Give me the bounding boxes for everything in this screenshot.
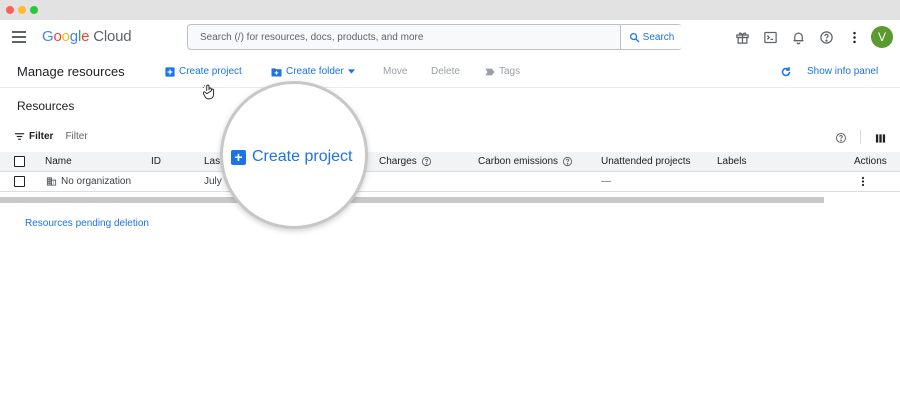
column-display-icon[interactable]	[872, 130, 888, 146]
magnified-create-project-label: Create project	[252, 148, 353, 165]
carbon-help-icon[interactable]	[562, 156, 573, 167]
table-row[interactable]: No organization July —	[0, 172, 900, 192]
logo-letter: e	[81, 28, 90, 45]
tags-button[interactable]: Tags	[485, 66, 520, 77]
toolbar-divider	[860, 130, 861, 144]
action-bar: Manage resources Create project Create f…	[0, 56, 900, 88]
logo-letter: o	[53, 28, 62, 45]
page-title: Manage resources	[17, 64, 125, 79]
search-icon	[629, 32, 639, 42]
magnified-create-project-button[interactable]: + Create project	[231, 148, 353, 166]
column-label: Name	[45, 156, 72, 167]
help-icon[interactable]	[818, 29, 834, 45]
column-header-name[interactable]: Name	[45, 156, 72, 167]
add-box-icon	[165, 66, 175, 77]
resources-table-header: Name ID Las Charges Carbon emissions Una…	[0, 152, 900, 172]
add-box-icon: +	[231, 149, 246, 165]
row-unattended-cell: —	[601, 176, 611, 187]
cloud-shell-icon[interactable]	[762, 29, 778, 45]
show-info-panel-label: Show info panel	[807, 66, 879, 77]
create-folder-button[interactable]: Create folder	[271, 66, 355, 77]
column-header-id[interactable]: ID	[151, 156, 161, 167]
search-button-label: Search	[642, 31, 675, 43]
more-vert-icon[interactable]	[846, 29, 862, 45]
create-folder-label: Create folder	[286, 66, 344, 77]
column-label: Actions	[854, 156, 887, 167]
column-header-charges[interactable]: Charges	[379, 156, 432, 167]
search-box: Search	[187, 24, 682, 50]
minimize-window-button[interactable]	[18, 6, 26, 14]
organization-building-icon	[46, 177, 57, 186]
hand-pointer-cursor	[202, 84, 218, 102]
tag-icon	[485, 68, 495, 75]
column-label: Charges	[379, 156, 417, 167]
column-label: Las	[204, 156, 221, 167]
account-avatar[interactable]: V	[871, 26, 893, 48]
filter-label: Filter	[29, 131, 54, 142]
search-input[interactable]	[188, 25, 619, 49]
notifications-bell-icon[interactable]	[790, 29, 806, 45]
column-label: ID	[151, 156, 161, 167]
move-label: Move	[383, 66, 408, 77]
column-label: Labels	[717, 156, 747, 167]
column-header-carbon[interactable]: Carbon emissions	[478, 156, 573, 167]
row-name-cell: No organization	[46, 176, 131, 187]
logo-letter: g	[69, 28, 78, 45]
select-all-checkbox[interactable]	[14, 156, 25, 167]
logo-letter: G	[42, 28, 54, 45]
column-header-unattended[interactable]: Unattended projects	[601, 156, 691, 167]
create-project-button[interactable]: Create project	[165, 66, 242, 77]
close-window-button[interactable]	[6, 6, 14, 14]
table-help-icon[interactable]	[833, 130, 849, 146]
delete-button[interactable]: Delete	[431, 66, 460, 77]
filter-input[interactable]: Filter	[65, 131, 87, 142]
maximize-window-button[interactable]	[30, 6, 38, 14]
resources-heading: Resources	[17, 99, 75, 113]
row-checkbox[interactable]	[14, 176, 25, 187]
column-header-last[interactable]: Las	[204, 156, 220, 167]
column-header-labels[interactable]: Labels	[717, 156, 746, 167]
avatar-letter: V	[877, 30, 886, 44]
charges-help-icon[interactable]	[421, 156, 432, 167]
filter-icon	[14, 133, 25, 140]
delete-label: Delete	[431, 66, 460, 77]
top-app-bar: GoogleCloud Search V	[0, 20, 900, 56]
filter-bar[interactable]: Filter Filter	[14, 131, 88, 142]
window-titlebar	[0, 0, 900, 20]
search-button[interactable]: Search	[620, 25, 682, 49]
horizontal-scrollbar[interactable]	[0, 197, 824, 203]
tags-label: Tags	[499, 66, 521, 77]
column-label: Carbon emissions	[478, 156, 559, 167]
row-actions-more-icon[interactable]	[857, 175, 869, 188]
column-label: Unattended projects	[601, 156, 691, 167]
google-cloud-logo[interactable]: Google Cloud	[42, 28, 132, 45]
gift-icon[interactable]	[734, 29, 750, 45]
logo-letter: o	[61, 28, 70, 45]
logo-product-name: Cloud	[93, 28, 132, 45]
zoom-magnifier: + Create project	[220, 81, 368, 229]
add-folder-icon	[271, 67, 282, 77]
refresh-icon	[781, 67, 791, 77]
refresh-button[interactable]	[780, 66, 792, 78]
row-last-cell: July	[204, 176, 222, 187]
caret-down-icon	[347, 69, 355, 74]
move-button[interactable]: Move	[383, 66, 407, 77]
resources-pending-deletion-link[interactable]: Resources pending deletion	[25, 218, 149, 229]
row-name-label: No organization	[61, 176, 132, 187]
column-header-actions: Actions	[854, 156, 887, 167]
show-info-panel-button[interactable]: Show info panel	[807, 66, 878, 77]
main-menu-icon[interactable]	[12, 31, 26, 43]
create-project-label: Create project	[179, 66, 242, 77]
